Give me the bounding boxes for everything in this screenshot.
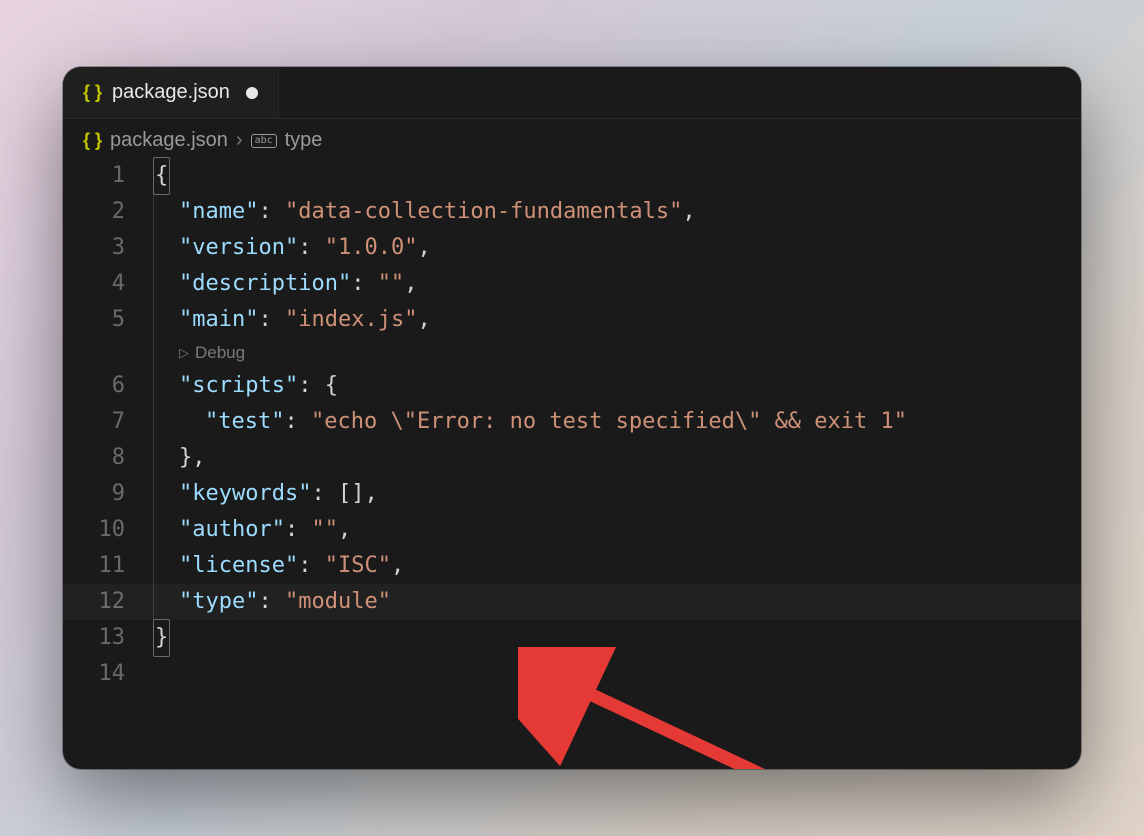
tab-bar: { } package.json bbox=[63, 67, 1081, 119]
breadcrumb[interactable]: { } package.json › abc type bbox=[63, 119, 1081, 156]
editor-window: { } package.json { } package.json › abc … bbox=[63, 67, 1081, 769]
code-line[interactable]: "test": "echo \"Error: no test specified… bbox=[153, 404, 1081, 440]
breadcrumb-symbol: type bbox=[285, 129, 323, 152]
play-icon: ▷ bbox=[179, 335, 189, 371]
codelens-debug[interactable]: ▷Debug bbox=[153, 338, 1081, 368]
line-number: 14 bbox=[63, 656, 125, 692]
line-number: 5 bbox=[63, 302, 125, 338]
code-line[interactable]: "name": "data-collection-fundamentals", bbox=[153, 194, 1081, 230]
line-number: 11 bbox=[63, 548, 125, 584]
line-number: 3 bbox=[63, 230, 125, 266]
code-line[interactable]: "keywords": [], bbox=[153, 476, 1081, 512]
code-line[interactable]: { bbox=[153, 158, 1081, 194]
line-number: 7 bbox=[63, 404, 125, 440]
code-line[interactable]: "type": "module" bbox=[153, 584, 1081, 620]
code-line[interactable]: "version": "1.0.0", bbox=[153, 230, 1081, 266]
chevron-right-icon: › bbox=[236, 129, 243, 152]
tab-filename: package.json bbox=[112, 81, 230, 104]
line-number-gutter: 1234567891011121314 bbox=[63, 156, 153, 769]
code-line[interactable]: "license": "ISC", bbox=[153, 548, 1081, 584]
code-line[interactable]: "main": "index.js", bbox=[153, 302, 1081, 338]
line-number: 10 bbox=[63, 512, 125, 548]
code-content[interactable]: {"name": "data-collection-fundamentals",… bbox=[153, 156, 1081, 769]
code-line[interactable]: } bbox=[153, 620, 1081, 656]
code-line[interactable]: "description": "", bbox=[153, 266, 1081, 302]
codelens-label: Debug bbox=[195, 335, 245, 371]
breadcrumb-filename: package.json bbox=[110, 129, 228, 152]
code-line[interactable]: "author": "", bbox=[153, 512, 1081, 548]
code-line[interactable]: "scripts": { bbox=[153, 368, 1081, 404]
unsaved-dot-icon bbox=[246, 87, 258, 99]
code-line[interactable]: }, bbox=[153, 440, 1081, 476]
json-braces-icon: { } bbox=[83, 82, 102, 103]
line-number: 4 bbox=[63, 266, 125, 302]
line-number: 1 bbox=[63, 158, 125, 194]
line-number: 9 bbox=[63, 476, 125, 512]
json-braces-icon: { } bbox=[83, 130, 102, 151]
line-number: 2 bbox=[63, 194, 125, 230]
string-symbol-icon: abc bbox=[251, 134, 277, 148]
line-number: 6 bbox=[63, 368, 125, 404]
editor-area[interactable]: 1234567891011121314 {"name": "data-colle… bbox=[63, 156, 1081, 769]
line-number: 13 bbox=[63, 620, 125, 656]
tab-package-json[interactable]: { } package.json bbox=[63, 67, 279, 118]
code-line[interactable] bbox=[153, 656, 1081, 692]
line-number: 8 bbox=[63, 440, 125, 476]
